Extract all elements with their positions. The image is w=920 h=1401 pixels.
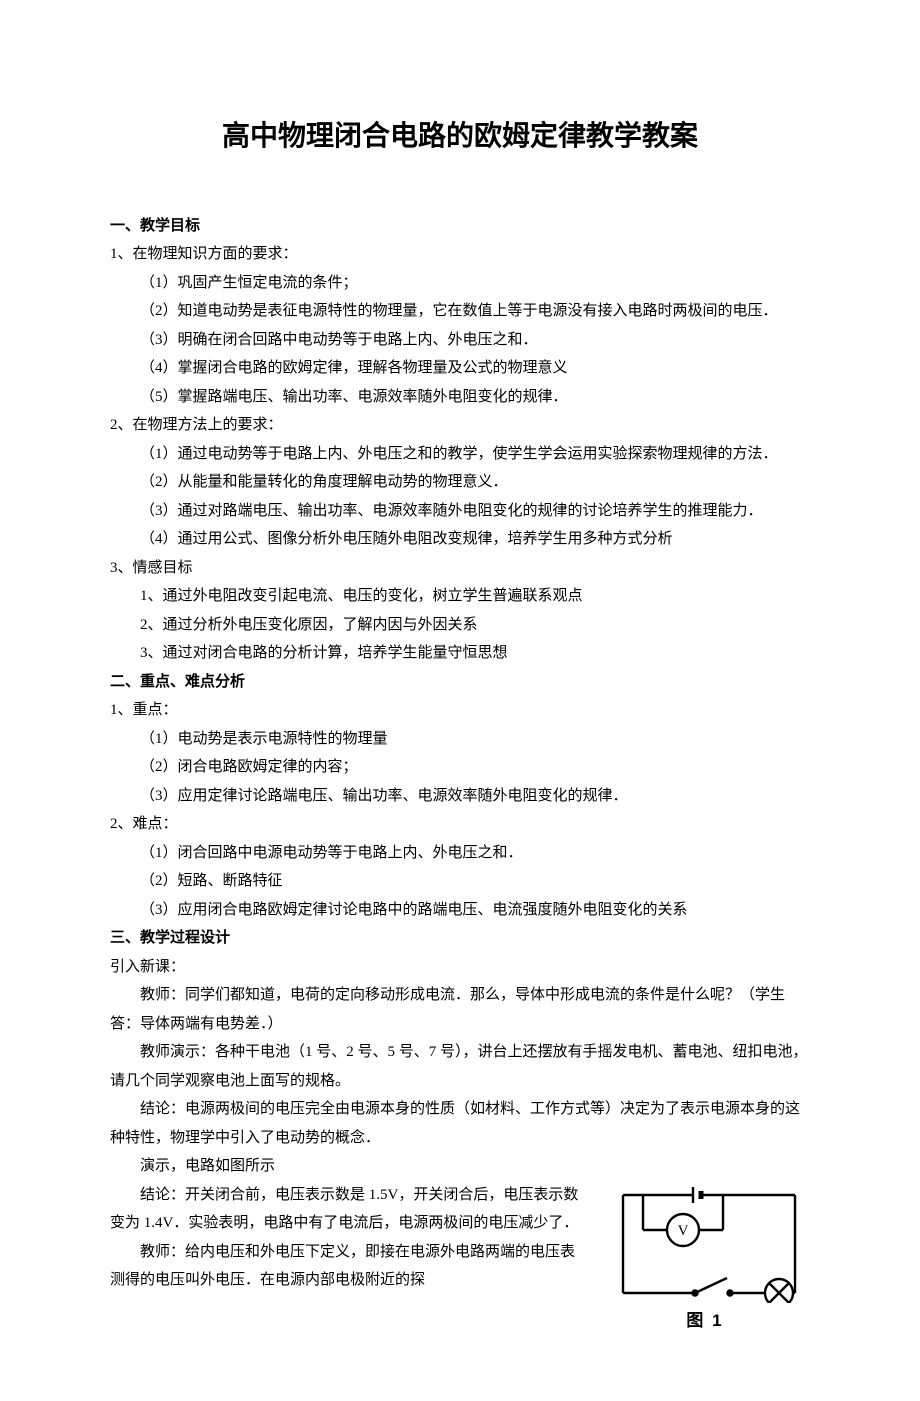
s3-intro: 引入新课：	[110, 953, 810, 982]
figure-caption: 图 1	[600, 1305, 810, 1337]
figure-1: V 图 1	[600, 1185, 810, 1337]
svg-text:V: V	[678, 1223, 689, 1239]
list-item: （3）通过对路端电压、输出功率、电源效率随外电阻变化的规律的讨论培养学生的推理能…	[140, 497, 810, 526]
list-item: （5）掌握路端电压、输出功率、电源效率随外电阻变化的规律．	[140, 383, 810, 412]
paragraph: 教师演示：各种干电池（1 号、2 号、5 号、7 号），讲台上还摆放有手摇发电机…	[110, 1038, 810, 1095]
section-2-heading: 二、重点、难点分析	[110, 668, 810, 697]
list-item: （4）通过用公式、图像分析外电压随外电阻改变规律，培养学生用多种方式分析	[140, 525, 810, 554]
list-item: （2）从能量和能量转化的角度理解电动势的物理意义．	[140, 468, 810, 497]
list-item: 3、通过对闭合电路的分析计算，培养学生能量守恒思想	[140, 639, 810, 668]
figure-text-wrap: V 图 1 结论：开关闭合前，电压表示数是 1.5V，开关闭合后，电压表示数变为…	[110, 1181, 810, 1341]
list-item: （1）通过电动势等于电路上内、外电压之和的教学，使学生学会运用实验探索物理规律的…	[140, 440, 810, 469]
s1-g3-label: 3、情感目标	[110, 554, 810, 583]
list-item: （3）明确在闭合回路中电动势等于电路上内、外电压之和．	[140, 326, 810, 355]
list-item: （2）闭合电路欧姆定律的内容；	[140, 753, 810, 782]
list-item: （1）电动势是表示电源特性的物理量	[140, 725, 810, 754]
list-item: （3）应用定律讨论路端电压、输出功率、电源效率随外电阻变化的规律．	[140, 782, 810, 811]
section-1-heading: 一、教学目标	[110, 212, 810, 241]
list-item: （3）应用闭合电路欧姆定律讨论电路中的路端电压、电流强度随外电阻变化的关系	[140, 896, 810, 925]
circuit-diagram-icon: V	[605, 1185, 805, 1303]
list-item: （4）掌握闭合电路的欧姆定律，理解各物理量及公式的物理意义	[140, 354, 810, 383]
list-item: （2）短路、断路特征	[140, 867, 810, 896]
paragraph: 教师：同学们都知道，电荷的定向移动形成电流．那么，导体中形成电流的条件是什么呢？…	[110, 981, 810, 1038]
list-item: （2）知道电动势是表征电源特性的物理量，它在数值上等于电源没有接入电路时两极间的…	[140, 297, 810, 326]
paragraph: 演示，电路如图所示	[110, 1152, 810, 1181]
list-item: 2、通过分析外电压变化原因，了解内因与外因关系	[140, 611, 810, 640]
list-item: （1）巩固产生恒定电流的条件；	[140, 269, 810, 298]
s2-g1-label: 1、重点：	[110, 696, 810, 725]
page-title: 高中物理闭合电路的欧姆定律教学教案	[110, 109, 810, 162]
s2-g2-label: 2、难点：	[110, 810, 810, 839]
s1-g2-label: 2、在物理方法上的要求：	[110, 411, 810, 440]
list-item: （1）闭合回路中电源电动势等于电路上内、外电压之和．	[140, 839, 810, 868]
s1-g1-label: 1、在物理知识方面的要求：	[110, 240, 810, 269]
paragraph: 结论：电源两极间的电压完全由电源本身的性质（如材料、工作方式等）决定为了表示电源…	[110, 1095, 810, 1152]
list-item: 1、通过外电阻改变引起电流、电压的变化，树立学生普遍联系观点	[140, 582, 810, 611]
section-3-heading: 三、教学过程设计	[110, 924, 810, 953]
